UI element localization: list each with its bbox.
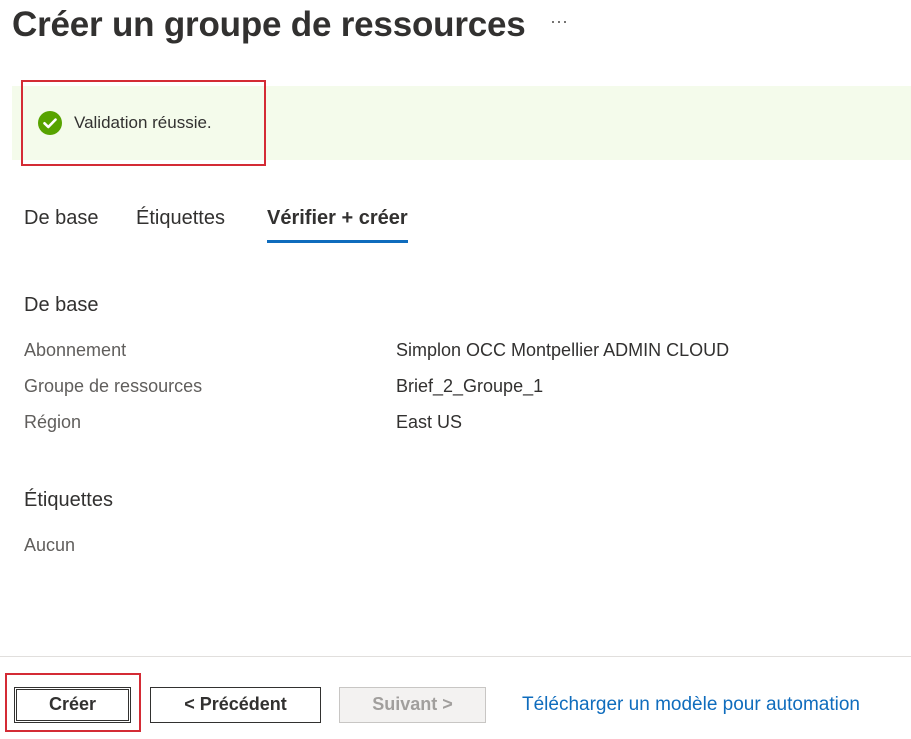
subscription-value: Simplon OCC Montpellier ADMIN CLOUD	[396, 340, 730, 360]
basics-section-title: De base	[24, 294, 99, 316]
tab-basics[interactable]: De base	[24, 204, 99, 232]
footer-divider	[0, 656, 911, 657]
page-title: Créer un groupe de ressources	[12, 5, 526, 44]
region-label: Région	[24, 412, 82, 432]
subscription-label: Abonnement	[24, 340, 127, 360]
create-resource-group-page: Créer un groupe de ressources ··· Valida…	[0, 0, 911, 739]
create-highlight-box	[5, 673, 141, 732]
next-button: Suivant >	[339, 687, 486, 723]
download-template-link[interactable]: Télécharger un modèle pour automation	[522, 693, 860, 717]
tab-review-create[interactable]: Vérifier + créer	[267, 204, 408, 243]
validation-highlight-box	[21, 80, 266, 166]
tab-tags[interactable]: Étiquettes	[136, 204, 225, 232]
resource-group-label: Groupe de ressources	[24, 376, 203, 396]
tags-empty-value: Aucun	[24, 535, 76, 555]
previous-button[interactable]: < Précédent	[150, 687, 321, 723]
tags-section-title: Étiquettes	[24, 489, 113, 511]
resource-group-value: Brief_2_Groupe_1	[396, 376, 544, 396]
more-options-button[interactable]: ···	[546, 8, 572, 34]
region-value: East US	[396, 412, 463, 432]
